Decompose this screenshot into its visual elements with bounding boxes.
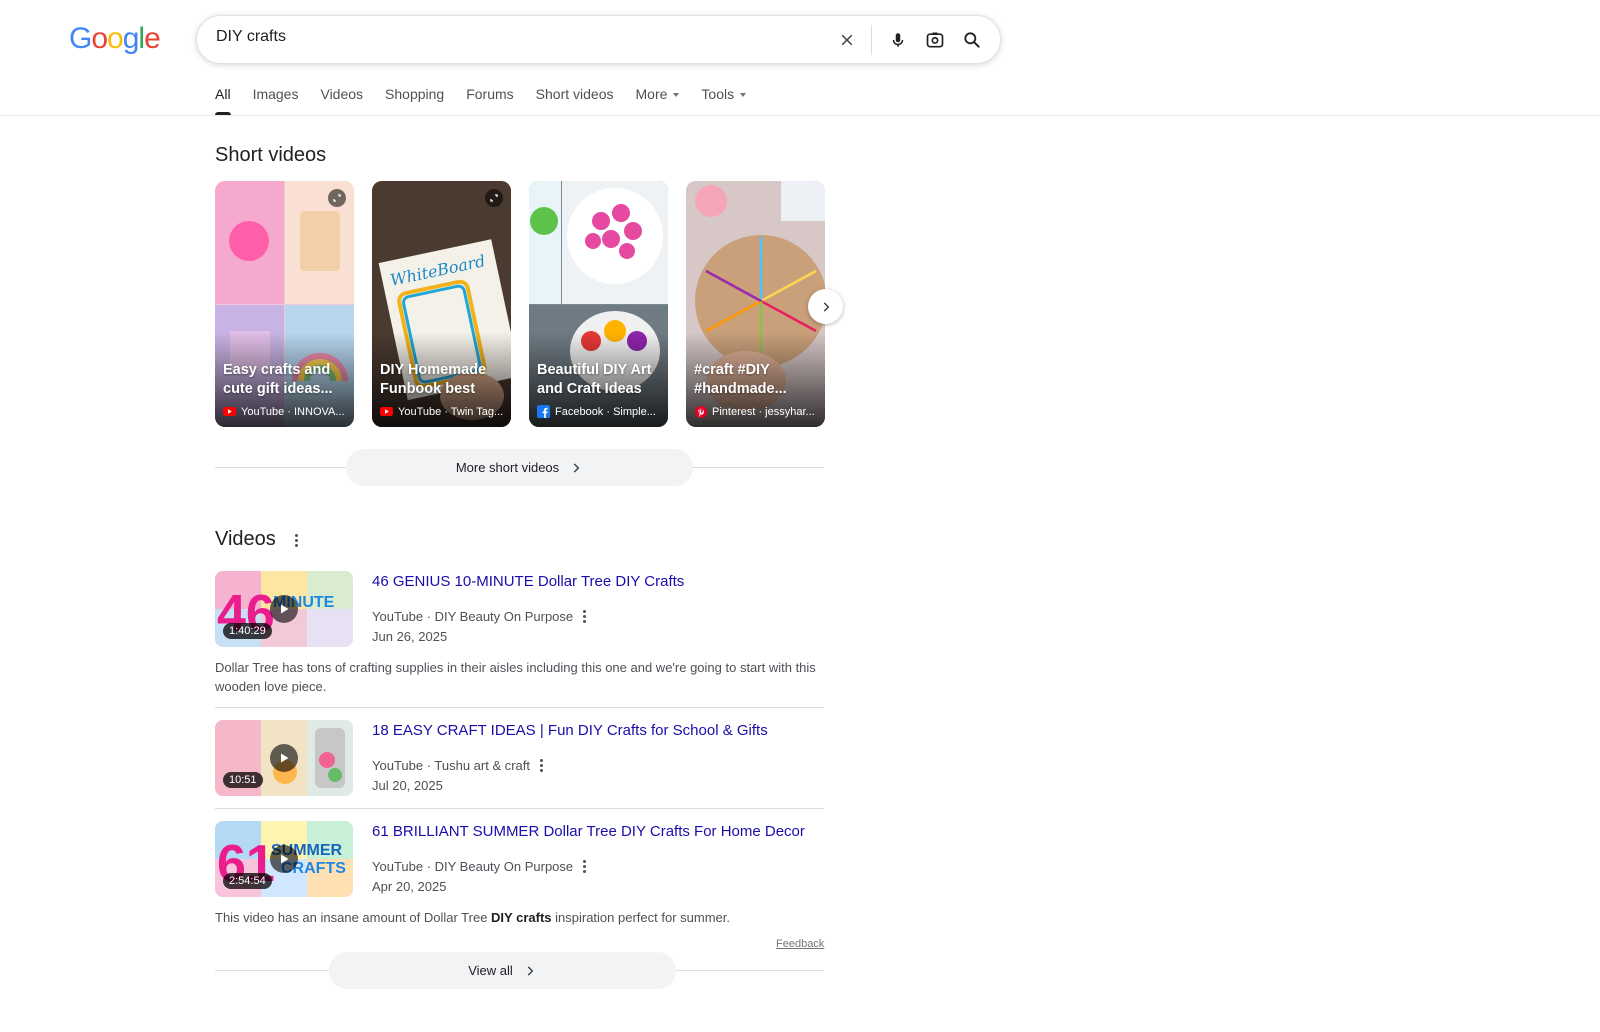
microphone-icon[interactable] <box>884 26 912 54</box>
more-options-icon[interactable] <box>583 609 587 624</box>
more-options-icon[interactable] <box>540 758 544 773</box>
expand-icon[interactable] <box>485 189 503 207</box>
video-thumbnail[interactable]: 10:51 <box>215 720 353 796</box>
view-all-button[interactable]: View all <box>329 952 676 989</box>
short-video-source: YouTube · INNOVA... <box>223 405 348 418</box>
short-video-source: Pinterest · jessyhar... <box>694 405 819 418</box>
search-box[interactable]: DIY crafts <box>196 15 1001 64</box>
clear-icon[interactable] <box>833 26 861 54</box>
video-date: Jun 26, 2025 <box>372 629 448 644</box>
view-all-label: View all <box>468 963 513 978</box>
short-video-card[interactable]: Beautiful DIY Art and Craft Ideas a... F… <box>529 181 668 427</box>
tab-all[interactable]: All <box>215 86 231 115</box>
video-source: YouTube · Tushu art & craft <box>372 758 531 773</box>
chevron-right-icon <box>527 965 534 976</box>
chevron-right-icon <box>573 462 580 473</box>
more-short-videos-button[interactable]: More short videos <box>346 449 693 486</box>
video-duration: 1:40:29 <box>223 623 272 639</box>
short-video-source-text: Pinterest · jessyhar... <box>712 405 815 418</box>
short-video-source: Facebook · Simple... <box>537 405 662 418</box>
chevron-down-icon <box>673 93 680 98</box>
short-video-card[interactable]: Easy crafts and cute gift ideas... YouTu… <box>215 181 354 427</box>
video-title-link[interactable]: 46 GENIUS 10-MINUTE Dollar Tree DIY Craf… <box>372 573 684 590</box>
tab-images[interactable]: Images <box>253 86 299 115</box>
chevron-down-icon <box>740 93 747 98</box>
chevron-right-icon <box>823 301 829 312</box>
video-result: 61 SUMMER CRAFTS 2:54:54 61 BRILLIANT SU… <box>215 821 824 931</box>
video-meta: YouTube · DIY Beauty On Purpose <box>372 859 587 874</box>
search-divider <box>871 25 872 55</box>
video-thumbnail[interactable]: 61 SUMMER CRAFTS 2:54:54 <box>215 821 353 897</box>
youtube-icon <box>380 405 393 418</box>
short-video-source-text: YouTube · INNOVA... <box>241 405 345 418</box>
more-options-icon[interactable] <box>295 533 298 548</box>
video-result: 46 MINUTE 1:40:29 46 GENIUS 10-MINUTE Do… <box>215 571 824 701</box>
tab-more-label: More <box>635 86 668 102</box>
video-result: 10:51 18 EASY CRAFT IDEAS | Fun DIY Craf… <box>215 720 824 800</box>
logo-letter: g <box>122 22 140 55</box>
logo-letter: o <box>91 22 108 55</box>
pinterest-icon <box>694 405 707 418</box>
search-actions <box>824 25 986 55</box>
video-date: Jul 20, 2025 <box>372 778 443 793</box>
video-source: YouTube · DIY Beauty On Purpose <box>372 609 574 624</box>
video-source: YouTube · DIY Beauty On Purpose <box>372 859 574 874</box>
short-video-source-text: YouTube · Twin Tag... <box>398 405 504 418</box>
tab-shopping[interactable]: Shopping <box>385 86 444 115</box>
tab-forums[interactable]: Forums <box>466 86 513 115</box>
carousel-next-button[interactable] <box>808 289 843 324</box>
expand-icon[interactable] <box>328 189 346 207</box>
play-icon <box>270 845 298 873</box>
feedback-link[interactable]: Feedback <box>776 938 824 950</box>
short-videos-carousel: Easy crafts and cute gift ideas... YouTu… <box>215 181 843 427</box>
video-meta: YouTube · DIY Beauty On Purpose <box>372 609 587 624</box>
tab-tools-label: Tools <box>701 86 735 102</box>
short-videos-heading: Short videos <box>215 144 327 166</box>
youtube-icon <box>223 405 236 418</box>
video-description: Dollar Tree has tons of crafting supplie… <box>215 660 816 694</box>
more-options-icon[interactable] <box>583 859 587 874</box>
video-description-text: This video has an insane amount of Dolla… <box>215 910 492 925</box>
video-description: This video has an insane amount of Dolla… <box>215 908 827 927</box>
logo-letter: o <box>107 22 124 55</box>
more-short-videos-row: More short videos <box>215 449 824 486</box>
video-description-highlight: DIY crafts <box>491 910 552 925</box>
logo-letter: e <box>144 22 161 55</box>
video-date: Apr 20, 2025 <box>372 879 447 894</box>
short-video-card[interactable]: WhiteBoard DIY Homemade Funbook best ou.… <box>372 181 511 427</box>
short-video-source: YouTube · Twin Tag... <box>380 405 505 418</box>
short-video-title: Beautiful DIY Art and Craft Ideas a... <box>537 362 652 397</box>
video-title-link[interactable]: 18 EASY CRAFT IDEAS | Fun DIY Crafts for… <box>372 722 768 739</box>
video-thumbnail[interactable]: 46 MINUTE 1:40:29 <box>215 571 353 647</box>
tab-short-videos[interactable]: Short videos <box>536 86 614 115</box>
video-description-text: inspiration perfect for summer. <box>551 910 730 925</box>
tab-tools[interactable]: Tools <box>701 86 747 115</box>
result-divider <box>215 808 824 809</box>
logo-letter: G <box>69 22 92 55</box>
videos-heading: Videos <box>215 528 276 550</box>
tab-more[interactable]: More <box>636 86 680 115</box>
short-video-source-text: Facebook · Simple... <box>555 405 656 418</box>
search-input[interactable]: DIY crafts <box>216 28 286 46</box>
short-video-title: DIY Homemade Funbook best ou... <box>380 362 487 397</box>
video-title-link[interactable]: 61 BRILLIANT SUMMER Dollar Tree DIY Craf… <box>372 823 805 840</box>
tab-videos[interactable]: Videos <box>320 86 363 115</box>
short-video-title: #craft #DIY #handmade... <box>694 362 787 397</box>
short-video-card[interactable]: #craft #DIY #handmade... Pinterest · jes… <box>686 181 825 427</box>
play-icon <box>270 595 298 623</box>
facebook-icon <box>537 405 550 418</box>
video-duration: 10:51 <box>223 772 263 788</box>
google-logo[interactable]: Google <box>69 22 161 56</box>
video-duration: 2:54:54 <box>223 873 272 889</box>
more-short-videos-label: More short videos <box>455 460 560 475</box>
result-divider <box>215 707 824 708</box>
short-video-title: Easy crafts and cute gift ideas... <box>223 362 333 397</box>
play-icon <box>270 744 298 772</box>
search-tabs: All Images Videos Shopping Forums Short … <box>215 86 768 115</box>
video-meta: YouTube · Tushu art & craft <box>372 758 544 773</box>
camera-lens-icon[interactable] <box>921 26 949 54</box>
search-icon[interactable] <box>958 26 986 54</box>
view-all-row: View all <box>215 952 824 989</box>
header-divider <box>0 115 1600 116</box>
